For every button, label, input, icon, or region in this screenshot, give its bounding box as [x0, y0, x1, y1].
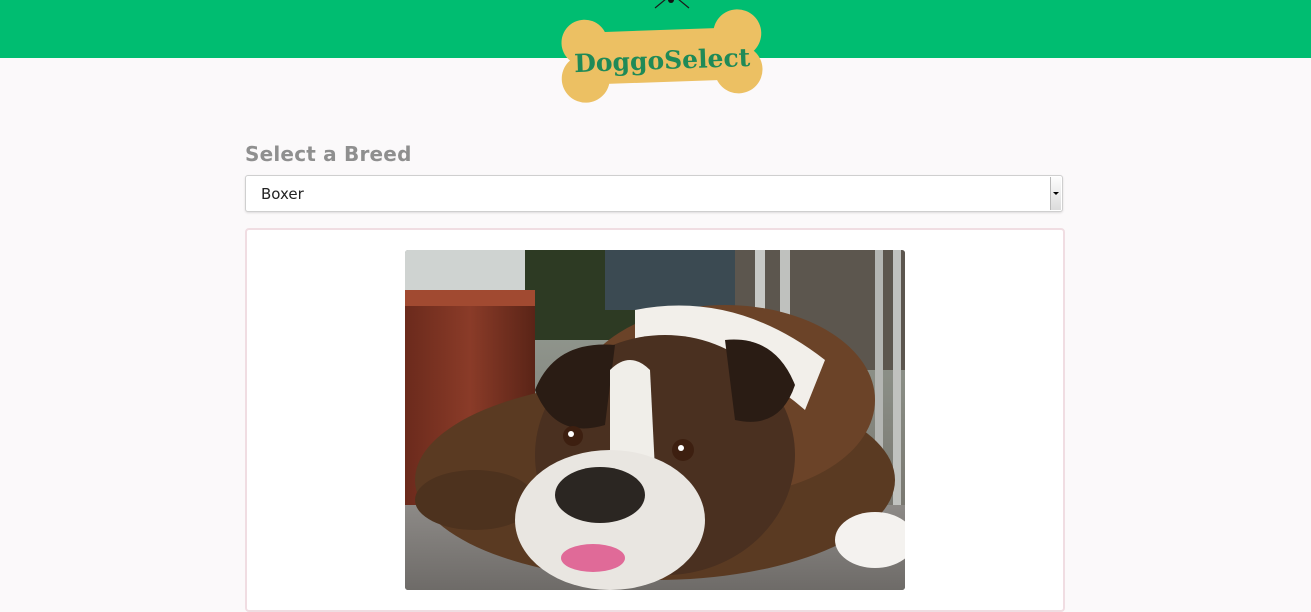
chevron-down-icon[interactable] [1050, 177, 1061, 210]
brand-logo[interactable]: DoggoSelect [555, 0, 770, 111]
breed-photo [405, 250, 905, 590]
breed-select-value: Boxer [261, 185, 304, 203]
boxer-dog-photo [405, 250, 905, 590]
breed-result-card [245, 228, 1065, 612]
brand-name: DoggoSelect [574, 43, 751, 78]
breed-select-label: Select a Breed [245, 142, 412, 166]
breed-select[interactable]: Boxer [245, 175, 1063, 212]
dog-bone-icon: DoggoSelect [561, 0, 763, 103]
